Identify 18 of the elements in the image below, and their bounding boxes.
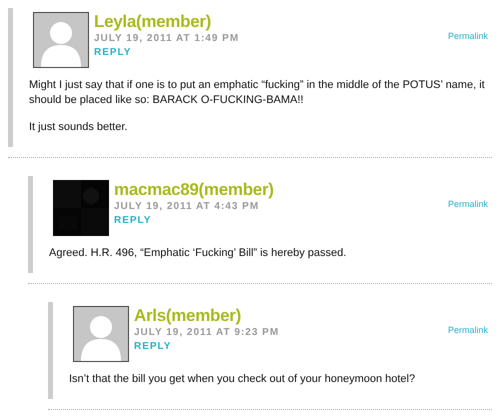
comment-date: JULY 19, 2011 AT 4:43 PM — [114, 200, 260, 214]
comment-text: Agreed. H.R. 496, “Emphatic ‘Fucking’ Bill” is hereby passed. — [49, 246, 348, 261]
reply-link[interactable]: REPLY — [114, 214, 152, 228]
avatar — [73, 306, 129, 362]
author-name: Leyla(member) — [94, 12, 212, 31]
avatar — [33, 12, 89, 68]
author-name: Arls(member) — [134, 306, 242, 325]
comment-text: It just sounds better. — [29, 120, 128, 135]
author-name: macmac89(member) — [114, 180, 275, 199]
comment-text: Might I just say that if one is to put an emphatic “fucking” in the middle of the POTUS’ name, it should be placed like so: BARACK O-FUCKING-BAMA!! — [29, 78, 486, 108]
permalink[interactable]: Permalink — [448, 199, 488, 209]
comment-date: JULY 19, 2011 AT 1:49 PM — [94, 32, 240, 46]
comment-date: JULY 19, 2011 AT 9:23 PM — [134, 326, 280, 340]
reply-link[interactable]: REPLY — [134, 340, 172, 354]
permalink[interactable]: Permalink — [448, 325, 488, 335]
reply-link[interactable]: REPLY — [94, 46, 132, 60]
comment-text: Isn’t that the bill you get when you check out of your honeymoon hotel? — [69, 372, 416, 387]
permalink[interactable]: Permalink — [448, 31, 488, 41]
